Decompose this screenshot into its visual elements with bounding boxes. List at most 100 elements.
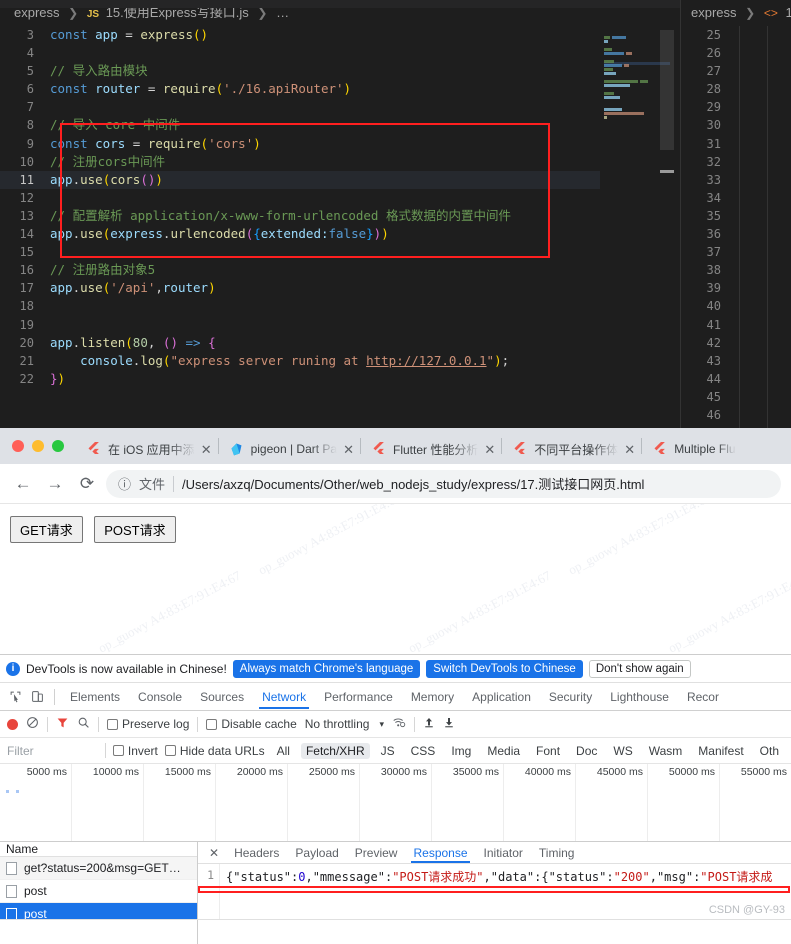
detail-tab-initiator[interactable]: Initiator — [476, 843, 531, 862]
right-code-line[interactable]: 46 — [681, 406, 791, 424]
filter-type-js[interactable]: JS — [376, 743, 400, 759]
devtools-tab-recor[interactable]: Recor — [678, 685, 728, 708]
right-code-line[interactable]: 25 — [681, 26, 791, 44]
address-bar[interactable]: ⓘ 文件 /Users/axzq/Documents/Other/web_nod… — [106, 469, 781, 498]
clear-network-log-icon[interactable] — [26, 716, 39, 732]
right-code-line[interactable]: 43 — [681, 352, 791, 370]
always-match-language-button[interactable]: Always match Chrome's language — [232, 659, 421, 678]
import-har-icon[interactable] — [423, 716, 435, 732]
get-request-button[interactable]: GET请求 — [10, 516, 83, 543]
tab-close-icon[interactable]: ✕ — [484, 443, 495, 456]
right-code-line[interactable]: 32 — [681, 153, 791, 171]
filter-type-img[interactable]: Img — [446, 743, 476, 759]
hide-data-urls-checkbox[interactable]: Hide data URLs — [164, 744, 265, 758]
browser-tab-1[interactable]: 在 iOS 应用中添 ✕ — [76, 434, 218, 464]
filter-icon[interactable] — [56, 716, 69, 732]
right-code-line[interactable]: 35 — [681, 207, 791, 225]
right-code-line[interactable]: 41 — [681, 316, 791, 334]
breadcrumb-right-file[interactable]: 17 — [785, 5, 791, 20]
browser-tab-4[interactable]: 不同平台操作体 ✕ — [502, 434, 642, 464]
code-line[interactable]: 7 — [0, 98, 600, 116]
right-code-line[interactable]: 34 — [681, 189, 791, 207]
checkbox-box-cache[interactable] — [206, 718, 218, 730]
detail-tab-headers[interactable]: Headers — [226, 843, 287, 862]
code-line[interactable]: 12 — [0, 189, 600, 207]
right-code-line[interactable]: 36 — [681, 225, 791, 243]
breadcrumb-right-root[interactable]: express — [691, 5, 737, 20]
filter-type-doc[interactable]: Doc — [571, 743, 602, 759]
code-line[interactable]: 18 — [0, 297, 600, 315]
filter-type-all[interactable]: All — [272, 743, 295, 759]
code-line[interactable]: 4 — [0, 44, 600, 62]
filter-type-css[interactable]: CSS — [406, 743, 441, 759]
right-code-line[interactable]: 42 — [681, 334, 791, 352]
filter-type-manifest[interactable]: Manifest — [693, 743, 748, 759]
filter-type-oth[interactable]: Oth — [755, 743, 784, 759]
devtools-tab-performance[interactable]: Performance — [315, 685, 402, 708]
devtools-tab-memory[interactable]: Memory — [402, 685, 463, 708]
code-line[interactable]: 16 // 注册路由对象5 — [0, 261, 600, 279]
right-code-line[interactable]: 44 — [681, 370, 791, 388]
inspect-element-icon[interactable] — [4, 686, 26, 708]
breadcrumb-right[interactable]: express ❯ <> 17 — [681, 0, 791, 26]
browser-tab-3[interactable]: Flutter 性能分析 ✕ — [361, 434, 502, 464]
checkbox-box-preserve[interactable] — [107, 718, 118, 730]
invert-checkbox[interactable]: Invert — [112, 744, 158, 758]
editor-scrollbar-thumb[interactable] — [660, 30, 674, 150]
window-traffic-lights[interactable] — [6, 428, 76, 464]
detail-tab-preview[interactable]: Preview — [347, 843, 406, 862]
detail-tab-payload[interactable]: Payload — [287, 843, 346, 862]
code-line[interactable]: 22}) — [0, 370, 600, 388]
code-line[interactable]: 13 // 配置解析 application/x-www-form-urlenco… — [0, 207, 600, 225]
detail-tab-response[interactable]: Response — [405, 843, 475, 863]
right-code-line[interactable]: 30 — [681, 116, 791, 134]
search-icon[interactable] — [77, 716, 90, 732]
right-code-line[interactable]: 31 — [681, 135, 791, 153]
response-body[interactable]: 1 {"status":0,"mmessage":"POST请求成功","dat… — [198, 864, 791, 919]
switch-to-chinese-button[interactable]: Switch DevTools to Chinese — [426, 659, 583, 678]
detail-tab-timing[interactable]: Timing — [531, 843, 583, 862]
close-window-button[interactable] — [12, 440, 24, 452]
right-code-line[interactable]: 38 — [681, 261, 791, 279]
devtools-tab-security[interactable]: Security — [540, 685, 601, 708]
right-code-line[interactable]: 37 — [681, 243, 791, 261]
filter-type-media[interactable]: Media — [482, 743, 525, 759]
devtools-tab-elements[interactable]: Elements — [61, 685, 129, 708]
checkbox-box-invert[interactable] — [112, 745, 124, 756]
request-row[interactable]: post — [0, 880, 197, 903]
code-line[interactable]: 10 // 注册cors中间件 — [0, 153, 600, 171]
code-line[interactable]: 19 — [0, 316, 600, 334]
right-code-line[interactable]: 40 — [681, 297, 791, 315]
devtools-tab-application[interactable]: Application — [463, 685, 540, 708]
post-request-button[interactable]: POST请求 — [94, 516, 176, 543]
right-code-line[interactable]: 39 — [681, 279, 791, 297]
code-line[interactable]: 21 console.log("express server runing at… — [0, 352, 600, 370]
tab-close-icon[interactable]: ✕ — [343, 443, 354, 456]
request-row[interactable]: get?status=200&msg=GET… — [0, 857, 197, 880]
devtools-tab-network[interactable]: Network — [253, 685, 315, 709]
url-text[interactable]: /Users/axzq/Documents/Other/web_nodejs_s… — [182, 474, 644, 493]
right-code-line[interactable]: 28 — [681, 80, 791, 98]
right-editor-gutter[interactable]: 25 26 27 28 29 30 31 32 33 34 35 36 37 38 39 40 41 42 43 44… — [681, 26, 791, 428]
code-line[interactable]: 9 const cors = require('cors') — [0, 135, 600, 153]
disable-cache-checkbox[interactable]: Disable cache — [206, 717, 297, 731]
filter-input[interactable]: Filter — [7, 744, 98, 758]
code-line[interactable]: 15 — [0, 243, 600, 261]
maximize-window-button[interactable] — [52, 440, 64, 452]
filter-type-ws[interactable]: WS — [608, 743, 637, 759]
right-code-line[interactable]: 45 — [681, 388, 791, 406]
filter-type-font[interactable]: Font — [531, 743, 565, 759]
devtools-tab-sources[interactable]: Sources — [191, 685, 253, 708]
network-overview-timeline[interactable]: 5000 ms 10000 ms 15000 ms 20000 ms 25000 ms 3… — [0, 764, 791, 842]
code-line[interactable]: 5 // 导入路由模块 — [0, 62, 600, 80]
minimize-window-button[interactable] — [32, 440, 44, 452]
code-line[interactable]: 3 const app = express() — [0, 26, 600, 44]
dont-show-again-button[interactable]: Don't show again — [588, 659, 691, 678]
reload-button[interactable]: ⟳ — [74, 471, 100, 497]
code-editor-content[interactable]: 3 const app = express() 4 5 // 导入路由模块 6 const … — [0, 26, 600, 428]
right-code-line[interactable]: 26 — [681, 44, 791, 62]
tab-close-icon[interactable]: ✕ — [624, 443, 635, 456]
back-button[interactable]: ← — [10, 471, 36, 497]
record-network-log-button[interactable] — [7, 718, 18, 730]
chevron-down-icon[interactable]: ▾ — [379, 719, 384, 730]
